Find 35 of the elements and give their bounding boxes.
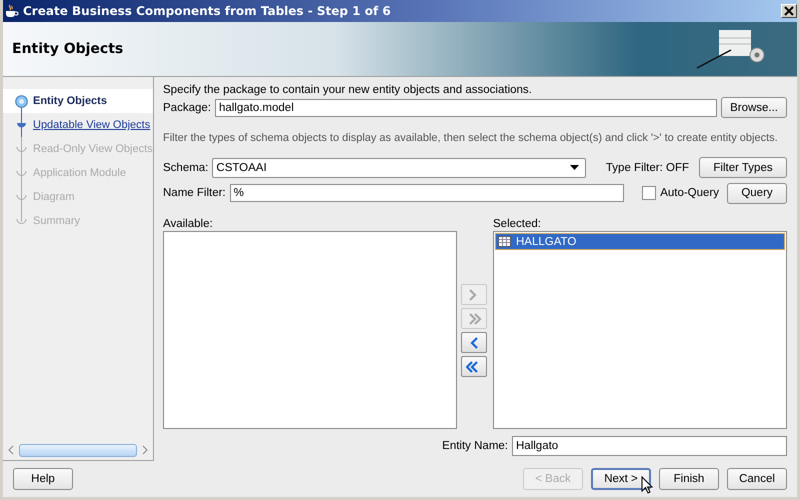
list-item[interactable]: HALLGATO [495, 233, 785, 250]
table-icon [498, 236, 511, 248]
auto-query-label: Auto-Query [660, 187, 719, 200]
instruction-text: Specify the package to contain your new entity objects and associations. [163, 83, 533, 97]
query-button[interactable]: Query [727, 182, 787, 204]
shuttle-button[interactable] [461, 356, 487, 378]
auto-query-checkbox[interactable] [642, 186, 656, 200]
step-link[interactable]: Updatable View Objects [33, 119, 150, 131]
shuttle-button[interactable] [461, 332, 487, 354]
page-title: Entity Objects [12, 41, 124, 57]
package-field[interactable]: hallgato.model [214, 98, 718, 117]
browse-button[interactable]: Browse... [721, 97, 787, 118]
coffee-cup-icon [3, 3, 19, 19]
name-filter-field[interactable]: % [230, 184, 624, 202]
wizard-button[interactable]: Cancel [727, 468, 787, 490]
mouse-pointer-icon [641, 476, 653, 494]
selected-list[interactable]: HALLGATO [493, 231, 787, 430]
type-filter-status: Type Filter: OFF [606, 162, 689, 174]
close-button[interactable] [781, 4, 797, 18]
close-icon [784, 6, 794, 16]
filter-instruction-text: Filter the types of schema objects to display as available, then select the schema object(s) and click '>' to create entity objects. [163, 130, 779, 145]
schema-label: Schema: [163, 162, 208, 174]
schema-dropdown[interactable]: CSTOAAI [212, 158, 586, 178]
filter-types-button[interactable]: Filter Types [699, 157, 787, 178]
entity-name-field[interactable]: Hallgato [512, 436, 787, 456]
entity-name-label: Entity Name: [442, 440, 508, 452]
selected-label: Selected: [493, 218, 542, 230]
window-title: Create Business Components from Tables - Step 1 of 6 [23, 4, 392, 18]
wizard-button[interactable]: Finish [659, 468, 719, 490]
help-button[interactable]: Help [13, 468, 73, 490]
package-label: Package: [163, 102, 211, 114]
available-label: Available: [163, 218, 214, 230]
dropdown-caret-icon [570, 165, 579, 170]
chevron-right-icon [466, 312, 482, 326]
name-filter-label: Name Filter: [163, 187, 226, 200]
